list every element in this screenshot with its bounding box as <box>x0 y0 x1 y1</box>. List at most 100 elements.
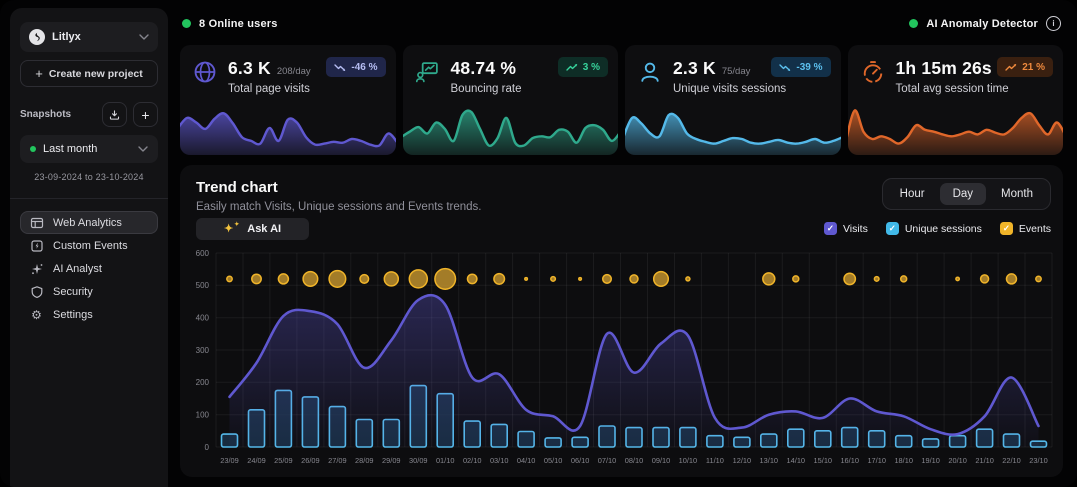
snapshots-label: Snapshots <box>20 109 71 120</box>
svg-text:26/09: 26/09 <box>301 456 320 465</box>
sidebar: Litlyx + Create new project Snapshots + … <box>10 8 168 487</box>
trend-up-icon <box>1005 63 1017 72</box>
sparkle-icon: ✦ <box>224 224 233 235</box>
tab-hour[interactable]: Hour <box>887 183 938 205</box>
svg-text:100: 100 <box>196 411 210 420</box>
svg-text:14/10: 14/10 <box>787 456 806 465</box>
online-users: 8 Online users <box>182 18 278 30</box>
stat-card-session-time: 1h 15m 26s Total avg session time 21 % <box>848 45 1064 155</box>
svg-text:500: 500 <box>196 281 210 290</box>
svg-text:12/10: 12/10 <box>733 456 752 465</box>
sidebar-item-security[interactable]: Security <box>20 280 158 303</box>
bounce-rate-sparkline <box>403 99 619 155</box>
download-icon <box>109 109 120 121</box>
timer-icon <box>860 59 886 85</box>
svg-text:200: 200 <box>196 378 210 387</box>
y-axis-labels: 0100200300400500600 <box>196 249 210 452</box>
plus-icon: + <box>141 108 149 122</box>
sidebar-item-custom-events[interactable]: Custom Events <box>20 234 158 257</box>
project-selector[interactable]: Litlyx <box>20 22 158 52</box>
trend-badge: 3 % <box>558 57 608 77</box>
chart-legend: ✓ Visits ✓ Unique sessions ✓ Events <box>824 222 1051 235</box>
svg-text:09/10: 09/10 <box>652 456 671 465</box>
add-snapshot-button[interactable]: + <box>133 102 158 127</box>
svg-text:29/09: 29/09 <box>382 456 401 465</box>
svg-text:18/10: 18/10 <box>894 456 913 465</box>
events-bubble-series <box>227 269 1041 290</box>
svg-text:06/10: 06/10 <box>571 456 590 465</box>
svg-text:20/10: 20/10 <box>948 456 967 465</box>
stat-label: Unique visits sessions <box>673 83 786 95</box>
svg-text:21/10: 21/10 <box>975 456 994 465</box>
shield-icon <box>29 285 44 299</box>
event-bolt-icon <box>29 239 44 253</box>
create-new-project-button[interactable]: + Create new project <box>20 60 158 87</box>
svg-text:30/09: 30/09 <box>409 456 428 465</box>
sidebar-item-web-analytics[interactable]: Web Analytics <box>20 211 158 234</box>
tab-month[interactable]: Month <box>988 183 1046 205</box>
sidebar-nav: Web Analytics Custom Events AI Analyst S… <box>20 211 158 326</box>
trend-chart-panel: Trend chart Easily match Visits, Unique … <box>180 165 1063 477</box>
svg-text:23/09: 23/09 <box>220 456 239 465</box>
svg-text:04/10: 04/10 <box>517 456 536 465</box>
online-users-label: 8 Online users <box>199 18 278 30</box>
svg-text:01/10: 01/10 <box>436 456 455 465</box>
legend-events[interactable]: ✓ Events <box>1000 222 1051 235</box>
topbar: 8 Online users AI Anomaly Detector i <box>182 16 1061 31</box>
sidebar-item-settings[interactable]: ⚙ Settings <box>20 303 158 326</box>
project-name: Litlyx <box>52 31 81 43</box>
gear-icon: ⚙ <box>29 309 44 321</box>
snapshot-range-value: Last month <box>43 143 97 155</box>
info-icon[interactable]: i <box>1046 16 1061 31</box>
svg-text:11/10: 11/10 <box>706 456 724 465</box>
main-area: 8 Online users AI Anomaly Detector i 6.3… <box>180 0 1063 487</box>
sidebar-item-ai-analyst[interactable]: AI Analyst <box>20 257 158 280</box>
page-visits-sparkline <box>180 99 396 155</box>
trend-chart-area[interactable]: 010020030040050060023/0924/0925/0926/092… <box>186 247 1057 471</box>
stat-card-unique-sessions: 2.3 K 75/day Unique visits sessions -39 … <box>625 45 841 155</box>
svg-text:17/10: 17/10 <box>867 456 886 465</box>
create-new-project-label: Create new project <box>49 68 143 80</box>
svg-text:22/10: 22/10 <box>1002 456 1021 465</box>
svg-text:0: 0 <box>205 443 210 452</box>
svg-text:02/10: 02/10 <box>463 456 482 465</box>
legend-unique-sessions[interactable]: ✓ Unique sessions <box>886 222 982 235</box>
checkbox-checked-icon[interactable]: ✓ <box>1000 222 1013 235</box>
snapshot-range-select[interactable]: Last month <box>20 135 158 163</box>
snapshot-date-range: 23-09-2024 to 23-10-2024 <box>20 172 158 182</box>
litlyx-logo-icon <box>29 29 45 45</box>
trend-badge: 21 % <box>997 57 1053 77</box>
trend-badge: -39 % <box>771 57 830 77</box>
sidebar-item-label: AI Analyst <box>53 263 102 275</box>
stat-label: Bouncing rate <box>451 83 523 95</box>
svg-text:28/09: 28/09 <box>355 456 374 465</box>
trend-chart-subtitle: Easily match Visits, Unique sessions and… <box>196 201 482 213</box>
svg-text:27/09: 27/09 <box>328 456 347 465</box>
trend-chart-svg: 010020030040050060023/0924/0925/0926/092… <box>186 247 1057 471</box>
stat-per-day: 75/day <box>722 66 751 77</box>
ai-anomaly-detector[interactable]: AI Anomaly Detector i <box>909 16 1061 31</box>
legend-visits[interactable]: ✓ Visits <box>824 222 868 235</box>
unique-sessions-sparkline <box>625 99 841 155</box>
tab-day[interactable]: Day <box>940 183 986 205</box>
sidebar-item-label: Security <box>53 286 93 298</box>
ask-ai-button[interactable]: ✦ ✦ Ask AI <box>196 218 309 240</box>
checkbox-checked-icon[interactable]: ✓ <box>824 222 837 235</box>
svg-text:10/10: 10/10 <box>679 456 698 465</box>
ask-ai-label: Ask AI <box>247 223 281 235</box>
person-icon <box>637 59 663 85</box>
stat-per-day: 208/day <box>277 66 311 77</box>
stat-card-page-visits: 6.3 K 208/day Total page visits -46 % <box>180 45 396 155</box>
sidebar-item-label: Settings <box>53 309 93 321</box>
svg-text:600: 600 <box>196 249 210 258</box>
svg-text:25/09: 25/09 <box>274 456 293 465</box>
checkbox-checked-icon[interactable]: ✓ <box>886 222 899 235</box>
sidebar-divider <box>10 198 168 199</box>
trend-badge: -46 % <box>326 57 385 77</box>
granularity-tabs: Hour Day Month <box>882 178 1051 210</box>
stat-value: 48.74 % <box>451 58 517 79</box>
stat-value: 2.3 K <box>673 58 716 79</box>
trend-down-icon <box>334 63 346 72</box>
sparkle-icon: ✦ <box>234 222 239 228</box>
export-snapshot-button[interactable] <box>102 102 127 127</box>
